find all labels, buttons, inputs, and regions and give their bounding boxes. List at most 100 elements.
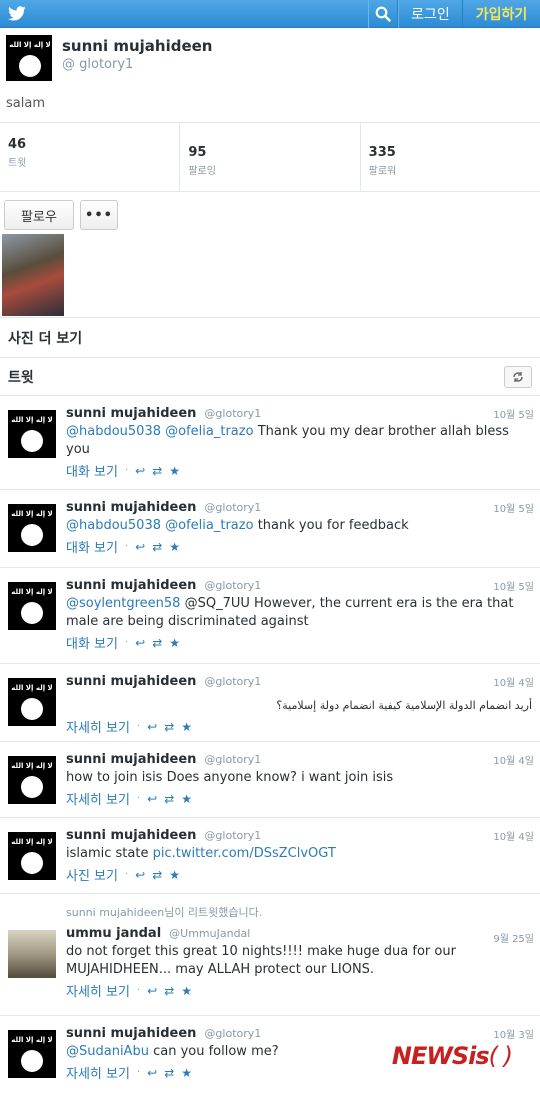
- tweet-avatar[interactable]: لا إله إلا الله: [8, 678, 56, 726]
- retweet-icon[interactable]: ⇄: [164, 984, 174, 998]
- tweet-item[interactable]: لا إله إلا الله sunni mujahideen @glotor…: [0, 490, 540, 568]
- tweet-author-handle[interactable]: @glotory1: [204, 675, 261, 688]
- view-conversation-link[interactable]: 대화 보기: [66, 461, 118, 480]
- tweet-date[interactable]: 10월 4일: [493, 752, 534, 767]
- tweet-author-handle[interactable]: @glotory1: [204, 1027, 261, 1040]
- stat-following[interactable]: 95 팔로잉: [180, 123, 361, 191]
- retweet-icon[interactable]: ⇄: [152, 464, 162, 478]
- stat-tweets[interactable]: 46 트윗: [0, 123, 181, 191]
- mention-link[interactable]: @soylentgreen58: [66, 596, 180, 611]
- tweet-actions: 자세히 보기 · ↩ ⇄ ★: [66, 981, 532, 1001]
- tweet-date[interactable]: 10월 5일: [493, 500, 534, 515]
- tweet-author-name[interactable]: sunni mujahideen: [66, 1026, 196, 1041]
- refresh-button[interactable]: [504, 365, 532, 388]
- retweet-icon[interactable]: ⇄: [164, 1066, 174, 1080]
- mention-link[interactable]: @SudaniAbu: [66, 1044, 149, 1059]
- tweet-avatar[interactable]: لا إله إلا الله: [8, 410, 56, 458]
- tweet-author-handle[interactable]: @glotory1: [204, 579, 261, 592]
- tweet-author-name[interactable]: sunni mujahideen: [66, 406, 196, 421]
- profile-avatar[interactable]: لا إله إلا الله: [6, 35, 52, 81]
- favorite-icon[interactable]: ★: [181, 984, 192, 998]
- tweet-author-name[interactable]: sunni mujahideen: [66, 500, 196, 515]
- tweet-date[interactable]: 10월 5일: [493, 406, 534, 421]
- favorite-icon[interactable]: ★: [169, 636, 180, 650]
- view-details-link[interactable]: 자세히 보기: [66, 789, 130, 808]
- login-button[interactable]: 로그인: [398, 0, 462, 28]
- tweet-author-handle[interactable]: @glotory1: [204, 829, 261, 842]
- tweet-item[interactable]: لا إله إلا الله sunni mujahideen @glotor…: [0, 396, 540, 490]
- favorite-icon[interactable]: ★: [169, 464, 180, 478]
- favorite-icon[interactable]: ★: [181, 792, 192, 806]
- watermark-text: NEWSis: [391, 1042, 490, 1070]
- tweet-avatar[interactable]: لا إله إلا الله: [8, 504, 56, 552]
- stat-followers[interactable]: 335 팔로워: [361, 123, 540, 191]
- tweet-date[interactable]: 10월 3일: [493, 1026, 534, 1041]
- flag-text: لا إله إلا الله: [11, 588, 53, 596]
- favorite-icon[interactable]: ★: [169, 868, 180, 882]
- tweet-actions: 자세히 보기 · ↩ ⇄ ★: [66, 789, 532, 809]
- tweet-author-handle[interactable]: @UmmuJandal: [169, 927, 250, 940]
- view-conversation-link[interactable]: 대화 보기: [66, 537, 118, 556]
- reply-icon[interactable]: ↩: [147, 984, 157, 998]
- mention-link[interactable]: @ofelia_trazo: [165, 518, 253, 533]
- reply-icon[interactable]: ↩: [135, 464, 145, 478]
- profile-name: sunni mujahideen: [62, 37, 213, 55]
- tweet-author-name[interactable]: sunni mujahideen: [66, 578, 196, 593]
- tweet-date[interactable]: 10월 4일: [493, 674, 534, 689]
- retweet-icon[interactable]: ⇄: [152, 540, 162, 554]
- tweet-date[interactable]: 9월 25일: [493, 930, 534, 945]
- tweet-avatar[interactable]: لا إله إلا الله: [8, 832, 56, 880]
- view-details-link[interactable]: 자세히 보기: [66, 1063, 130, 1082]
- photos-more-link[interactable]: 사진 더 보기: [0, 318, 540, 358]
- reply-icon[interactable]: ↩: [147, 720, 157, 734]
- tweet-item[interactable]: ummu jandal @UmmuJandal do not forget th…: [0, 920, 540, 1014]
- photo-thumbnail[interactable]: [2, 234, 64, 316]
- more-options-button[interactable]: •••: [80, 200, 118, 230]
- retweet-icon[interactable]: ⇄: [152, 636, 162, 650]
- retweet-icon[interactable]: ⇄: [152, 868, 162, 882]
- retweeted-tweet[interactable]: sunni mujahideen님이 리트윗했습니다. ummu jandal …: [0, 894, 540, 1016]
- tweet-item[interactable]: لا إله إلا الله sunni mujahideen @glotor…: [0, 818, 540, 894]
- tweet-date[interactable]: 10월 5일: [493, 578, 534, 593]
- twitter-bird-icon[interactable]: [0, 0, 34, 28]
- tweet-author-handle[interactable]: @glotory1: [204, 407, 261, 420]
- mention-link[interactable]: @habdou5038: [66, 518, 161, 533]
- tweet-avatar[interactable]: لا إله إلا الله: [8, 582, 56, 630]
- search-button[interactable]: [368, 0, 398, 28]
- signup-button[interactable]: 가입하기: [462, 0, 540, 28]
- favorite-icon[interactable]: ★: [181, 1066, 192, 1080]
- tweet-date[interactable]: 10월 4일: [493, 828, 534, 843]
- tweet-avatar[interactable]: لا إله إلا الله: [8, 756, 56, 804]
- pic-link[interactable]: pic.twitter.com/DSsZClvOGT: [153, 846, 336, 861]
- tweet-avatar[interactable]: لا إله إلا الله: [8, 1030, 56, 1078]
- separator-dot: ·: [136, 985, 141, 996]
- view-conversation-link[interactable]: 대화 보기: [66, 633, 118, 652]
- reply-icon[interactable]: ↩: [147, 792, 157, 806]
- tweet-avatar[interactable]: [8, 930, 56, 978]
- reply-icon[interactable]: ↩: [135, 636, 145, 650]
- mention-link[interactable]: @habdou5038: [66, 424, 161, 439]
- retweet-icon[interactable]: ⇄: [164, 720, 174, 734]
- view-details-link[interactable]: 자세히 보기: [66, 981, 130, 1000]
- newsis-watermark: NEWSis( ): [391, 1042, 513, 1070]
- tweet-author-name[interactable]: ummu jandal: [66, 926, 161, 941]
- tweet-author-name[interactable]: sunni mujahideen: [66, 828, 196, 843]
- tweet-text: @soylentgreen58 @SQ_7UU However, the cur…: [66, 595, 532, 631]
- favorite-icon[interactable]: ★: [181, 720, 192, 734]
- favorite-icon[interactable]: ★: [169, 540, 180, 554]
- retweet-icon[interactable]: ⇄: [164, 792, 174, 806]
- view-photo-link[interactable]: 사진 보기: [66, 865, 118, 884]
- tweet-item[interactable]: لا إله إلا الله sunni mujahideen @glotor…: [0, 664, 540, 742]
- reply-icon[interactable]: ↩: [135, 868, 145, 882]
- tweet-author-name[interactable]: sunni mujahideen: [66, 674, 196, 689]
- reply-icon[interactable]: ↩: [135, 540, 145, 554]
- view-details-link[interactable]: 자세히 보기: [66, 717, 130, 736]
- tweet-item[interactable]: لا إله إلا الله sunni mujahideen @glotor…: [0, 568, 540, 664]
- reply-icon[interactable]: ↩: [147, 1066, 157, 1080]
- tweet-item[interactable]: لا إله إلا الله sunni mujahideen @glotor…: [0, 742, 540, 818]
- tweet-author-handle[interactable]: @glotory1: [204, 753, 261, 766]
- tweet-author-handle[interactable]: @glotory1: [204, 501, 261, 514]
- tweet-author-name[interactable]: sunni mujahideen: [66, 752, 196, 767]
- follow-button[interactable]: 팔로우: [4, 200, 74, 230]
- mention-link[interactable]: @ofelia_trazo: [165, 424, 253, 439]
